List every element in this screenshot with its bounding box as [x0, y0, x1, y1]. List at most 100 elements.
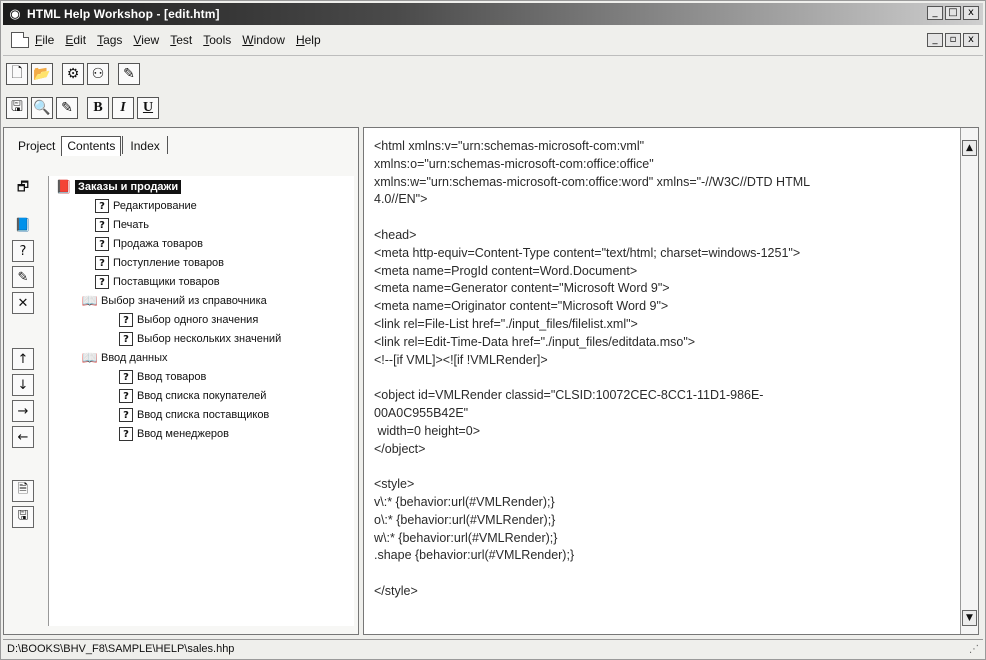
doc-restore-button[interactable]: ▫: [945, 33, 961, 47]
tree-item-label: Выбор нескольких значений: [137, 333, 282, 345]
new-icon: 🗋: [11, 65, 23, 81]
divider: [3, 55, 983, 56]
tag-button[interactable]: ✎: [56, 97, 78, 119]
tree-item[interactable]: ? Поступление товаров: [95, 254, 224, 272]
book-icon: 📖: [81, 293, 99, 309]
doc-close-button[interactable]: x: [963, 33, 979, 47]
code-line: width=0 height=0>: [374, 423, 480, 438]
compile-icon: ⚙: [66, 66, 80, 82]
code-line: <style>: [374, 477, 415, 492]
move-left-button[interactable]: ←: [12, 426, 34, 448]
code-line: <html xmlns:v="urn:schemas-microsoft-com…: [374, 139, 645, 153]
move-down-icon: ↓: [17, 377, 29, 393]
format-toolbar: 🖫 🔍 ✎ B I U: [3, 93, 159, 123]
move-down-button[interactable]: ↓: [12, 374, 34, 396]
tree-item-label: Ввод товаров: [137, 371, 207, 383]
vertical-scrollbar[interactable]: ▲ ▼: [960, 128, 978, 634]
insert-page-button[interactable]: ?: [12, 240, 34, 262]
contents-properties-button[interactable]: 🗗: [12, 178, 34, 200]
tree-item[interactable]: ? Ввод списка покупателей: [119, 387, 266, 405]
help-page-icon: ?: [95, 237, 109, 251]
code-line: 4.0//EN">: [374, 192, 428, 207]
edit-selection-button[interactable]: ✎: [12, 266, 34, 288]
delete-selection-button[interactable]: ✕: [12, 292, 34, 314]
move-up-button[interactable]: ↑: [12, 348, 34, 370]
code-line: </object>: [374, 441, 426, 456]
help-page-icon: ?: [119, 332, 133, 346]
menu-help[interactable]: Help: [296, 33, 321, 47]
tree-item-label: Поставщики товаров: [113, 276, 220, 288]
tab-contents[interactable]: Contents: [61, 136, 122, 156]
tree-item[interactable]: ? Ввод списка поставщиков: [119, 406, 269, 424]
close-button[interactable]: x: [963, 6, 979, 20]
tree-item[interactable]: ? Поставщики товаров: [95, 273, 220, 291]
tree-item[interactable]: 📖 Ввод данных: [81, 349, 168, 367]
status-bar: D:\BOOKS\BHV_F8\SAMPLE\HELP\sales.hhp ⋰: [3, 639, 983, 657]
view-compiled-button[interactable]: ⚇: [87, 63, 109, 85]
code-line: <meta name=Generator content="Microsoft …: [374, 281, 670, 296]
menu-tags[interactable]: Tags: [97, 33, 122, 47]
view-html-source-button[interactable]: 🗎: [12, 480, 34, 502]
menu-window[interactable]: Window: [242, 33, 285, 47]
italic-button[interactable]: I: [112, 97, 134, 119]
menu-view[interactable]: View: [133, 33, 159, 47]
edit-selection-icon: ✎: [17, 269, 29, 285]
tree-item-label: Выбор одного значения: [137, 314, 259, 326]
menu-edit[interactable]: Edit: [65, 33, 86, 47]
save-file-icon: 🖫: [17, 508, 29, 523]
move-right-button[interactable]: →: [12, 400, 34, 422]
tab-project[interactable]: Project: [12, 136, 61, 156]
menu-test[interactable]: Test: [170, 33, 192, 47]
code-line: <object id=VMLRender classid="CLSID:1007…: [374, 388, 764, 403]
book-icon: 📕: [55, 179, 73, 195]
help-page-icon: ?: [119, 389, 133, 403]
scroll-down-button[interactable]: ▼: [962, 610, 977, 626]
maximize-button[interactable]: □: [945, 6, 961, 20]
tree-item[interactable]: ? Ввод товаров: [119, 368, 206, 386]
contents-tree: 📕 Заказы и продажи? Редактирование? Печать?…: [48, 176, 354, 626]
title-bar[interactable]: ◉ HTML Help Workshop - [edit.htm] _ □ x: [3, 3, 983, 25]
minimize-button[interactable]: _: [927, 6, 943, 20]
compile-button[interactable]: ⚙: [62, 63, 84, 85]
doc-minimize-button[interactable]: _: [927, 33, 943, 47]
help-page-icon: ?: [119, 408, 133, 422]
scroll-up-button[interactable]: ▲: [962, 140, 977, 156]
display-topic-button[interactable]: ✎: [118, 63, 140, 85]
source-text[interactable]: <html xmlns:v="urn:schemas-microsoft-com…: [374, 138, 954, 601]
code-line: </style>: [374, 583, 418, 598]
tree-item[interactable]: ? Ввод менеджеров: [119, 425, 229, 443]
code-line: <meta name=Originator content="Microsoft…: [374, 299, 669, 314]
document-icon[interactable]: [11, 32, 29, 48]
tree-item[interactable]: ? Редактирование: [95, 197, 197, 215]
help-page-icon: ?: [95, 218, 109, 232]
open-button[interactable]: 📂: [31, 63, 53, 85]
html-editor[interactable]: <html xmlns:v="urn:schemas-microsoft-com…: [363, 127, 979, 635]
tab-index[interactable]: Index: [124, 136, 165, 156]
save-button[interactable]: 🖫: [6, 97, 28, 119]
help-page-icon: ?: [119, 370, 133, 384]
menu-tools[interactable]: Tools: [203, 33, 231, 47]
bold-button[interactable]: B: [87, 97, 109, 119]
project-path: D:\BOOKS\BHV_F8\SAMPLE\HELP\sales.hhp: [7, 642, 235, 655]
tree-item[interactable]: ? Печать: [95, 216, 149, 234]
book-icon: 📖: [81, 350, 99, 366]
tree-item-label: Выбор значений из справочника: [101, 295, 267, 307]
new-button[interactable]: 🗋: [6, 63, 28, 85]
tree-item-label: Ввод списка поставщиков: [137, 409, 270, 421]
find-button[interactable]: 🔍: [31, 97, 53, 119]
resize-grip-icon[interactable]: ⋰: [969, 644, 979, 655]
underline-button[interactable]: U: [137, 97, 159, 119]
standard-toolbar: 🗋 📂 ⚙ ⚇ ✎: [3, 59, 140, 89]
insert-heading-button[interactable]: 📘: [12, 214, 34, 236]
tree-item-label: Печать: [113, 219, 150, 231]
tree-item[interactable]: ? Выбор нескольких значений: [119, 330, 281, 348]
tree-item-label: Заказы и продажи: [75, 180, 182, 194]
tree-item[interactable]: 📖 Выбор значений из справочника: [81, 292, 267, 310]
tree-item[interactable]: ? Продажа товаров: [95, 235, 203, 253]
code-line: w\:* {behavior:url(#VMLRender);}: [374, 530, 558, 545]
tree-item[interactable]: 📕 Заказы и продажи: [55, 178, 182, 196]
menu-file[interactable]: File: [35, 33, 54, 47]
save-file-button[interactable]: 🖫: [12, 506, 34, 528]
tree-item[interactable]: ? Выбор одного значения: [119, 311, 258, 329]
